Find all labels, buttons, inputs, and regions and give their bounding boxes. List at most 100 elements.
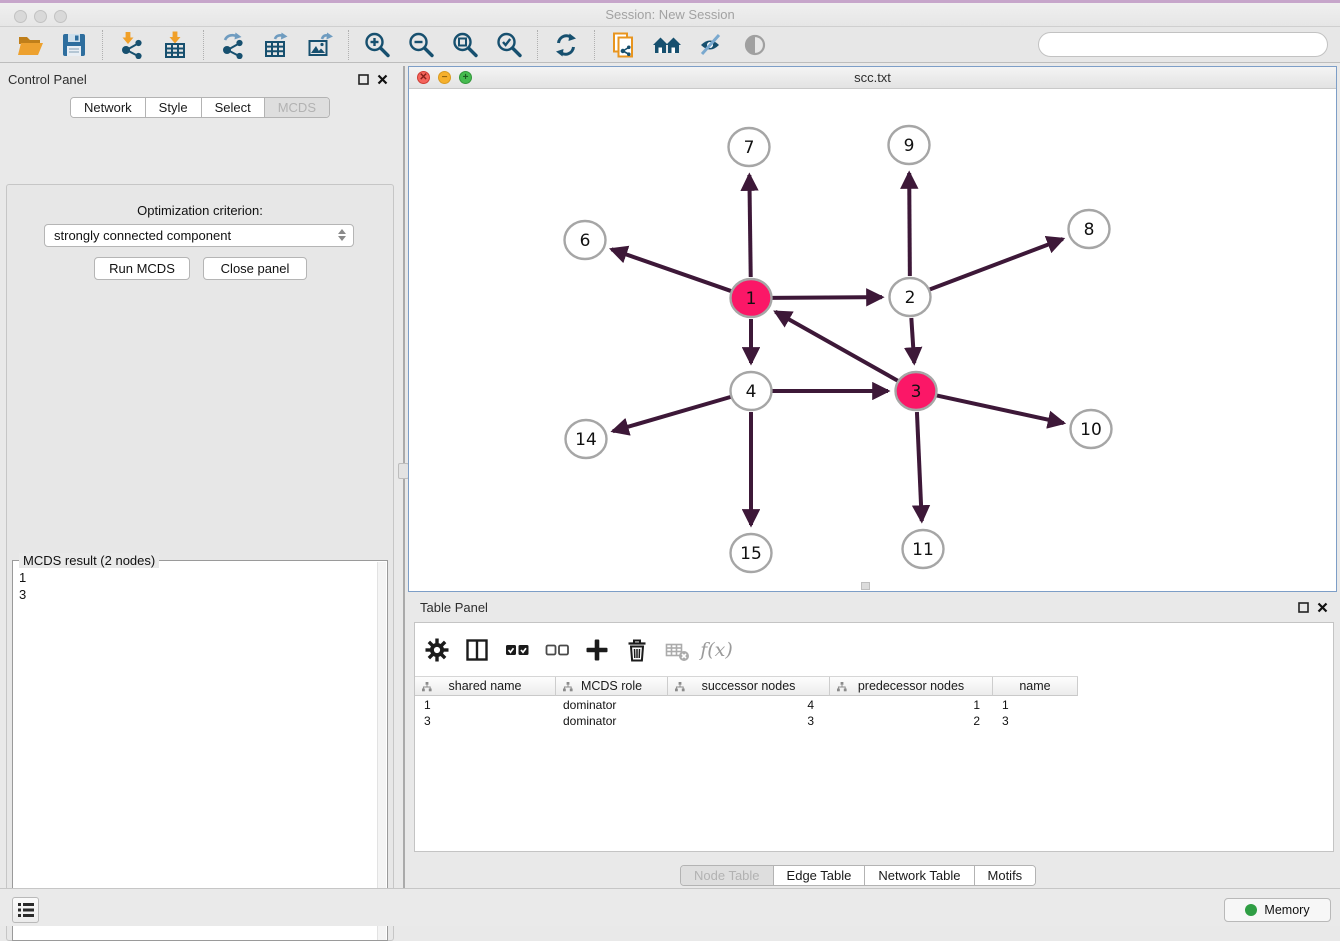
tab-network[interactable]: Network (71, 98, 145, 117)
run-mcds-button[interactable]: Run MCDS (94, 257, 190, 280)
graph-node-label-9: 9 (904, 136, 915, 156)
delete-column-icon[interactable] (623, 637, 650, 664)
table-cell[interactable]: 3 (993, 713, 1078, 729)
add-column-icon[interactable] (583, 637, 610, 664)
export-table-icon[interactable] (261, 30, 291, 60)
float-table-panel-icon[interactable] (1298, 602, 1309, 613)
graph-node-label-2: 2 (905, 288, 916, 308)
tab-network-table[interactable]: Network Table (864, 866, 973, 885)
table-cell[interactable]: 4 (668, 697, 830, 713)
search-input[interactable] (1038, 32, 1328, 57)
tab-motifs[interactable]: Motifs (974, 866, 1036, 885)
graph-edge-4-14[interactable] (613, 397, 731, 431)
clone-network-icon[interactable] (608, 30, 638, 60)
column-header-MCDS-role[interactable]: MCDS role (556, 677, 668, 696)
graph-edge-2-3[interactable] (911, 318, 914, 363)
network-window-titlebar: ✕ − + scc.txt (409, 67, 1336, 89)
tab-node-table[interactable]: Node Table (681, 866, 773, 885)
select-all-rows-icon[interactable] (503, 637, 530, 664)
table-cell[interactable]: 3 (415, 713, 556, 729)
node-table-container: f(x) shared nameMCDS rolesuccessor nodes… (414, 622, 1334, 852)
table-cell[interactable]: 1 (830, 697, 993, 713)
dropdown-stepper-icon (338, 229, 346, 241)
zoom-out-icon[interactable] (406, 30, 436, 60)
graph-node-label-3: 3 (911, 382, 922, 402)
memory-button[interactable]: Memory (1224, 898, 1331, 922)
graph-edge-3-11[interactable] (917, 412, 922, 521)
close-table-panel-icon[interactable] (1317, 602, 1328, 613)
mcds-result-list: 1 3 (19, 569, 26, 603)
network-view-window: ✕ − + scc.txt 7968124314101511 (408, 66, 1337, 592)
column-type-icon (675, 682, 685, 692)
zoom-selected-icon[interactable] (494, 30, 524, 60)
table-panel-title: Table Panel (420, 600, 488, 615)
export-network-icon[interactable] (217, 30, 247, 60)
column-header-name[interactable]: name (993, 677, 1078, 696)
table-cell[interactable]: dominator (556, 697, 668, 713)
close-panel-icon[interactable] (377, 74, 388, 85)
mcds-result-scrollbar[interactable] (377, 562, 386, 940)
table-header-row: shared nameMCDS rolesuccessor nodesprede… (415, 676, 1078, 696)
graph-edge-3-10[interactable] (937, 395, 1064, 423)
first-neighbors-icon[interactable] (652, 30, 682, 60)
column-type-icon (422, 682, 432, 692)
column-chooser-icon[interactable] (463, 637, 490, 664)
tab-mcds[interactable]: MCDS (264, 98, 329, 117)
column-header-successor-nodes[interactable]: successor nodes (668, 677, 830, 696)
graph-node-label-14: 14 (575, 430, 597, 450)
graph-node-label-7: 7 (744, 138, 755, 158)
function-builder-icon[interactable]: f(x) (703, 637, 730, 664)
float-panel-icon[interactable] (358, 74, 369, 85)
mcds-result-item: 3 (19, 586, 26, 603)
criterion-value: strongly connected component (54, 228, 231, 243)
graph-edge-1-2[interactable] (772, 297, 882, 298)
apply-layout-icon[interactable] (551, 30, 581, 60)
column-type-icon (837, 682, 847, 692)
graph-node-label-8: 8 (1084, 220, 1095, 240)
deselect-all-rows-icon[interactable] (543, 637, 570, 664)
table-cell[interactable]: 1 (993, 697, 1078, 713)
column-header-predecessor-nodes[interactable]: predecessor nodes (830, 677, 993, 696)
control-panel-title: Control Panel (8, 72, 87, 87)
network-graph[interactable]: 7968124314101511 (409, 89, 1336, 591)
criterion-dropdown[interactable]: strongly connected component (44, 224, 354, 247)
graph-edge-2-8[interactable] (930, 239, 1063, 290)
table-cell[interactable]: 3 (668, 713, 830, 729)
window-title: Session: New Session (0, 3, 1340, 27)
graph-edge-2-9[interactable] (909, 173, 910, 276)
column-type-icon (563, 682, 573, 692)
zoom-fit-icon[interactable] (450, 30, 480, 60)
import-table-icon[interactable] (160, 30, 190, 60)
network-window-title: scc.txt (409, 67, 1336, 89)
tab-edge-table[interactable]: Edge Table (773, 866, 865, 885)
close-panel-button[interactable]: Close panel (203, 257, 307, 280)
table-cell[interactable]: 1 (415, 697, 556, 713)
control-panel: Control Panel Network Style Select MCDS … (0, 66, 400, 880)
table-row[interactable]: 3dominator323 (415, 713, 1078, 729)
show-hidden-icon[interactable] (740, 30, 770, 60)
memory-status-icon (1245, 904, 1257, 916)
hide-selected-icon[interactable] (696, 30, 726, 60)
table-cell[interactable]: 2 (830, 713, 993, 729)
task-history-button[interactable] (12, 897, 39, 923)
toolbar-separator (348, 30, 349, 60)
graph-edge-3-1[interactable] (775, 312, 897, 381)
save-session-icon[interactable] (59, 30, 89, 60)
settings-gear-icon[interactable] (423, 637, 450, 664)
graph-edge-1-7[interactable] (749, 175, 750, 277)
table-row[interactable]: 1dominator411 (415, 697, 1078, 713)
zoom-in-icon[interactable] (362, 30, 392, 60)
open-session-icon[interactable] (15, 30, 45, 60)
toolbar-separator (102, 30, 103, 60)
task-list-icon (17, 902, 35, 918)
import-network-icon[interactable] (116, 30, 146, 60)
toolbar-separator (594, 30, 595, 60)
graph-edge-1-6[interactable] (611, 249, 731, 291)
table-cell[interactable]: dominator (556, 713, 668, 729)
column-header-shared-name[interactable]: shared name (415, 677, 556, 696)
tab-style[interactable]: Style (145, 98, 201, 117)
tab-select[interactable]: Select (201, 98, 264, 117)
network-resize-grip[interactable] (861, 582, 870, 590)
delete-table-icon[interactable] (663, 637, 690, 664)
export-image-icon[interactable] (305, 30, 335, 60)
